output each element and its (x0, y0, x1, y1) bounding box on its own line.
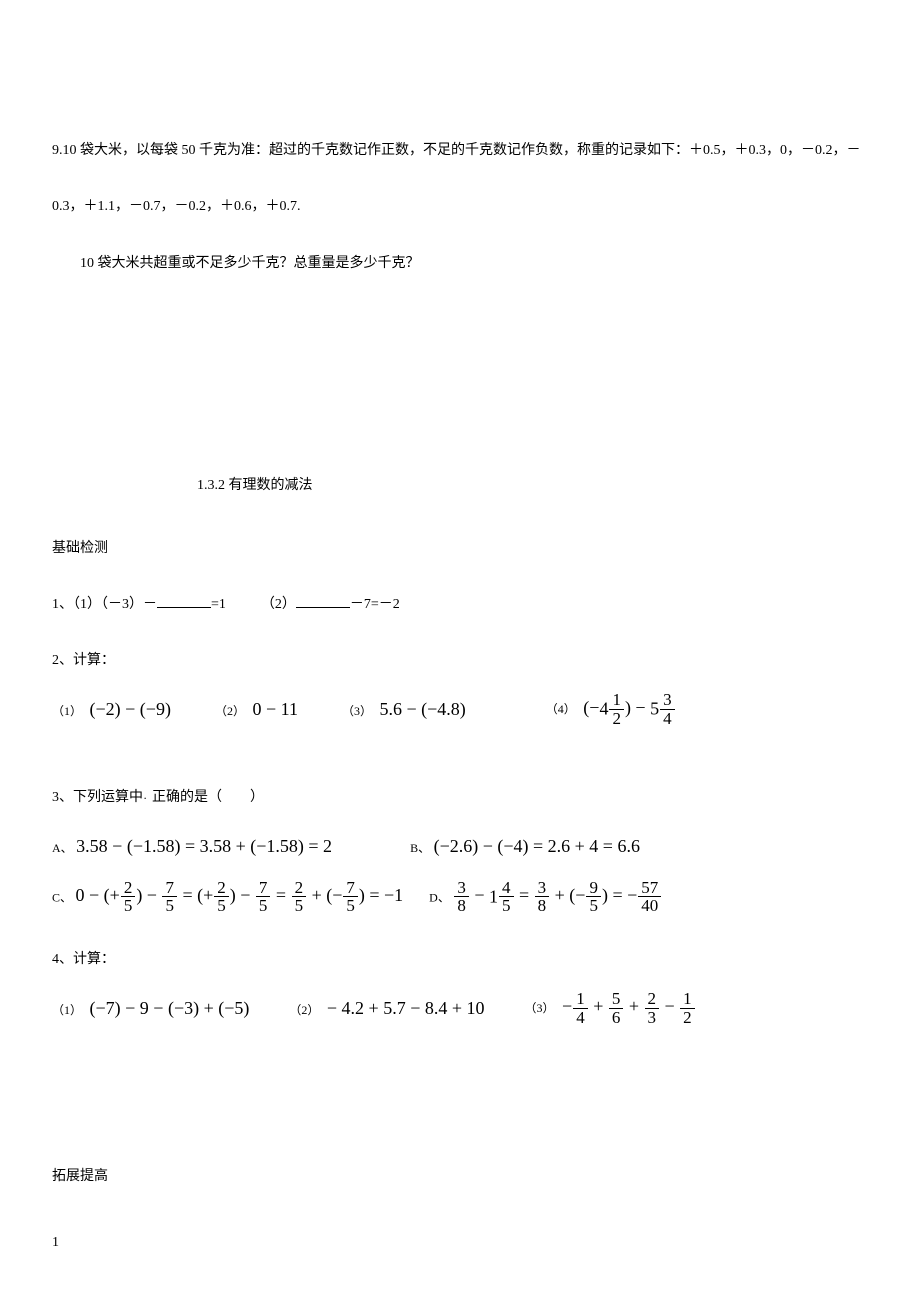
page-number: 1 (52, 1232, 59, 1254)
q3-b-label: B、 (410, 841, 430, 855)
q3-a: 3.58 − (−1.58) = 3.58 + (−1.58) = 2 (76, 836, 332, 856)
q4-p1-label: （1） (52, 1003, 82, 1017)
q4-p1: (−7) − 9 − (−3) + (−5) (90, 998, 250, 1018)
question-3: 3、下列运算中．正确的是（ ） A、 3.58 − (−1.58) = 3.58… (52, 787, 868, 915)
question-9: 9.10 袋大米，以每袋 50 千克为准：超过的千克数记作正数，不足的千克数记作… (52, 140, 868, 275)
q3-d-label: D、 (429, 890, 450, 904)
q2-head: 2、计算： (52, 650, 868, 672)
question-4: 4、计算： （1） (−7) − 9 − (−3) + (−5) （2） − 4… (52, 949, 868, 1026)
blank-2 (296, 596, 350, 608)
q4-head: 4、计算： (52, 949, 868, 971)
section-title: 1.3.2 有理数的减法 (197, 475, 868, 497)
q9-line3: 10 袋大米共超重或不足多少千克？总重量是多少千克？ (52, 253, 868, 275)
q3-c-label: C、 (52, 890, 72, 904)
q4-p2: − 4.2 + 5.7 − 8.4 + 10 (327, 998, 485, 1018)
q3-tail: 正确的是（ ） (152, 790, 264, 805)
q3-dot: ． (143, 791, 152, 801)
q3-row-ab: A、 3.58 − (−1.58) = 3.58 + (−1.58) = 2 B… (52, 832, 868, 861)
q2-p3-label: （3） (342, 704, 372, 718)
q4-p3: −14 + 56 + 23 − 12 (562, 996, 696, 1016)
q1-mid: =1 （2） (211, 597, 296, 612)
q3-b: (−2.6) − (−4) = 2.6 + 4 = 6.6 (434, 836, 640, 856)
q2-p4-label: （4） (546, 702, 576, 716)
q1-suffix: －7=－2 (350, 597, 400, 612)
q2-p1-label: （1） (52, 704, 82, 718)
q2-p2: 0 − 11 (252, 699, 297, 719)
q1-prefix: 1、（1）（－3）－ (52, 597, 157, 612)
q2-p2-label: （2） (215, 704, 245, 718)
q3-row-cd: C、 0 − (+25) − 75 = (+25) − 75 = 25 + (−… (52, 879, 868, 916)
question-1: 1、（1）（－3）－ =1 （2） －7=－2 (52, 594, 868, 616)
q2-p1: (−2) − (−9) (90, 699, 171, 719)
q3-head-row: 3、下列运算中．正确的是（ ） (52, 787, 868, 809)
ext-label: 拓展提高 (52, 1166, 868, 1188)
basic-label: 基础检测 (52, 538, 868, 560)
q4-p3-label: （3） (525, 1001, 555, 1015)
q4-problems: （1） (−7) − 9 − (−3) + (−5) （2） − 4.2 + 5… (52, 990, 868, 1027)
blank-1 (157, 596, 211, 608)
q2-p4: (−412) − 534 (583, 697, 675, 717)
q2-problems: （1） (−2) − (−9) （2） 0 − 11 （3） 5.6 − (−4… (52, 691, 868, 728)
q9-line1: 9.10 袋大米，以每袋 50 千克为准：超过的千克数记作正数，不足的千克数记作… (52, 140, 868, 162)
q3-c: 0 − (+25) − 75 = (+25) − 75 = 25 + (−75)… (76, 885, 404, 905)
q3-a-label: A、 (52, 841, 73, 855)
q2-p3: 5.6 − (−4.8) (379, 699, 465, 719)
question-2: 2、计算： （1） (−2) − (−9) （2） 0 − 11 （3） 5.6… (52, 650, 868, 727)
q3-d: 38 − 145 = 38 + (−95) = −5740 (453, 885, 662, 905)
q9-line2: 0.3，＋1.1，－0.7，－0.2，＋0.6，＋0.7. (52, 196, 868, 218)
q3-head: 3、下列运算中 (52, 790, 143, 805)
q4-p2-label: （2） (289, 1003, 319, 1017)
